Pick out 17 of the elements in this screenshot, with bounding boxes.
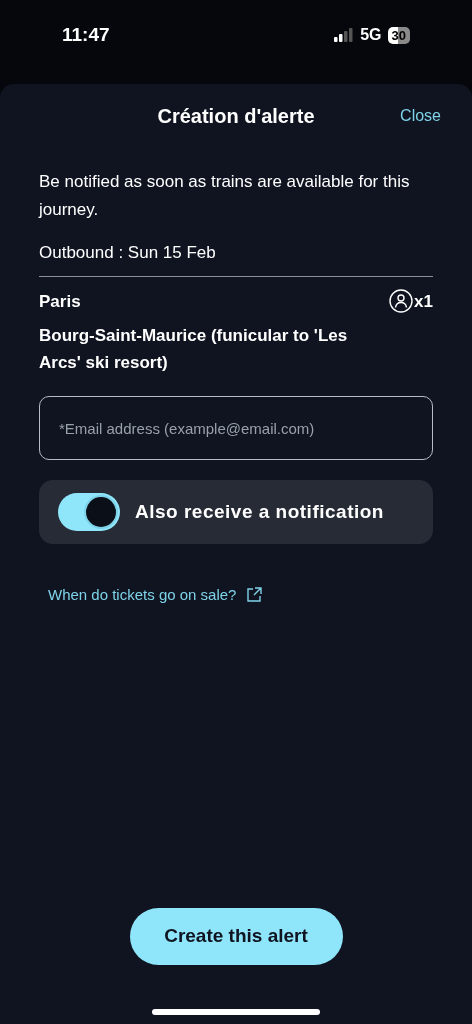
- outbound-date: Outbound : Sun 15 Feb: [39, 242, 217, 264]
- external-link-icon: [246, 587, 263, 604]
- destination-station: Bourg-Saint-Maurice (funicular to 'Les Arcs' ski resort): [39, 325, 349, 374]
- origin-station: Paris: [39, 290, 81, 313]
- intro-text: Be notified as soon as trains are available for this journey.: [39, 171, 411, 221]
- notification-label: Also receive a notification: [135, 499, 384, 524]
- close-button[interactable]: Close: [400, 104, 441, 128]
- person-icon: [389, 289, 414, 314]
- status-time: 11:47: [62, 22, 110, 47]
- create-alert-button[interactable]: Create this alert: [129, 908, 343, 965]
- email-field[interactable]: *Email address (example@email.com): [39, 396, 433, 460]
- notification-toggle[interactable]: [58, 493, 120, 531]
- sheet-title: Création d'alerte: [157, 104, 315, 129]
- tickets-sale-link[interactable]: When do tickets go on sale?: [48, 584, 237, 607]
- passenger-count: x1: [414, 290, 433, 313]
- network-label: 5G: [360, 25, 382, 45]
- signal-icon: [334, 28, 355, 42]
